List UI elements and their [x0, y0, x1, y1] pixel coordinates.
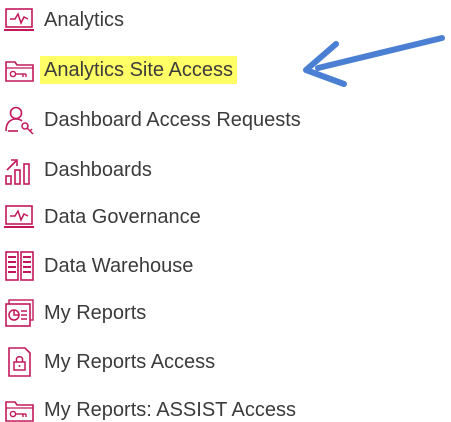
menu-item-label: Dashboard Access Requests — [44, 109, 301, 131]
menu-item-data-governance[interactable]: Data Governance — [4, 197, 205, 237]
menu-item-my-reports-assist-access[interactable]: My Reports: ASSIST Access — [4, 390, 300, 422]
monitor-pulse-icon — [4, 201, 40, 233]
menu-item-my-reports-access[interactable]: My Reports Access — [4, 342, 219, 382]
user-key-icon — [4, 104, 40, 136]
menu-item-label: My Reports: ASSIST Access — [44, 399, 296, 421]
server-rack-icon — [4, 250, 40, 282]
annotation-arrow-icon — [303, 35, 445, 87]
folder-key-icon — [4, 54, 40, 86]
report-pie-icon — [4, 297, 40, 329]
monitor-pulse-icon — [4, 4, 40, 36]
menu-item-analytics[interactable]: Analytics — [4, 0, 128, 40]
menu-item-label: Dashboards — [44, 159, 152, 181]
menu-item-dashboard-access-requests[interactable]: Dashboard Access Requests — [4, 100, 305, 140]
menu-item-label: Analytics — [44, 9, 125, 31]
menu-item-label: Data Governance — [44, 206, 201, 228]
menu-item-label: Analytics Site Access — [40, 56, 237, 84]
menu-item-my-reports[interactable]: My Reports — [4, 293, 150, 333]
menu-item-analytics-site-access[interactable]: Analytics Site Access — [4, 50, 237, 90]
menu-item-label: My Reports — [44, 302, 147, 324]
bar-chart-trend-icon — [4, 154, 40, 186]
menu-item-data-warehouse[interactable]: Data Warehouse — [4, 246, 197, 286]
menu-item-label: Data Warehouse — [44, 255, 194, 277]
side-menu: Analytics Analytics Site Access Dashboar… — [0, 0, 451, 422]
menu-item-dashboards[interactable]: Dashboards — [4, 150, 156, 190]
document-lock-icon — [4, 346, 40, 378]
folder-key-icon — [4, 394, 40, 422]
menu-item-label: My Reports Access — [44, 351, 216, 373]
